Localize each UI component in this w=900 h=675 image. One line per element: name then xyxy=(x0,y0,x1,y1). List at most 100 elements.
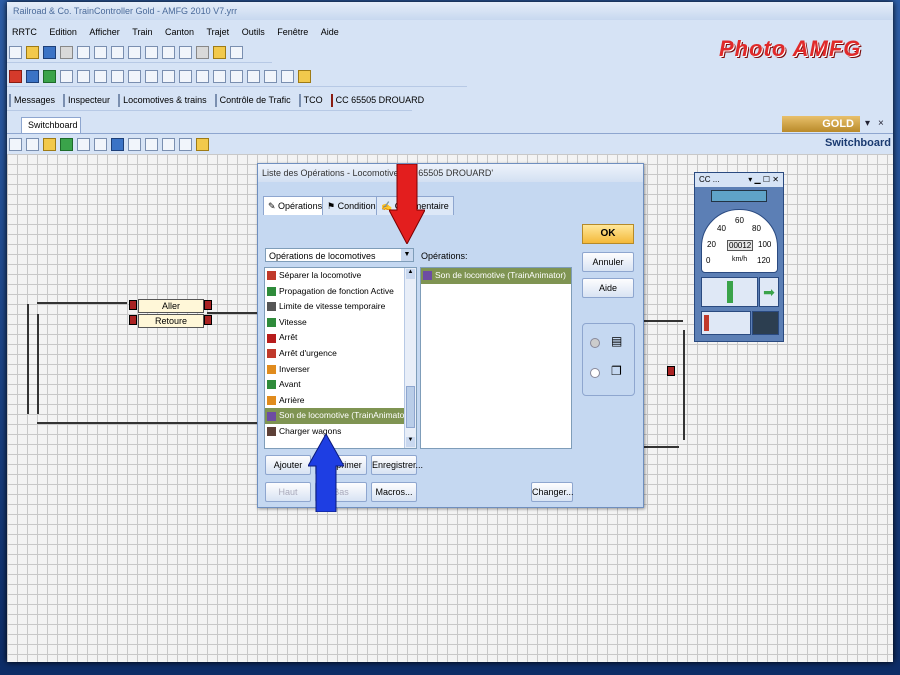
textbox-icon[interactable] xyxy=(162,137,175,151)
paste-icon[interactable] xyxy=(145,45,158,59)
menu-fenetre[interactable]: Fenêtre xyxy=(272,24,313,40)
emergency-icon[interactable] xyxy=(60,69,73,83)
controle-trafic-button[interactable]: Contrôle de Trafic xyxy=(220,95,291,105)
selected-operation-item[interactable]: Son de locomotive (TrainAnimator) xyxy=(421,268,571,284)
operations-type-combo[interactable]: Opérations de locomotives ▼ xyxy=(265,248,414,262)
function-keys-icon[interactable] xyxy=(752,311,779,335)
power-off-icon[interactable] xyxy=(9,69,22,83)
messages-icon[interactable] xyxy=(9,93,11,107)
tab-condition[interactable]: ⚑ Condition xyxy=(322,196,381,215)
menu-trajet[interactable]: Trajet xyxy=(202,24,235,40)
pen-icon[interactable] xyxy=(26,137,39,151)
macros-button[interactable]: Macros... xyxy=(371,482,417,502)
decoupler-icon[interactable] xyxy=(213,69,226,83)
crossing-icon[interactable] xyxy=(196,69,209,83)
right-signal[interactable] xyxy=(667,366,675,376)
tab-close-icon[interactable]: × xyxy=(878,118,884,129)
haut-button[interactable]: Haut xyxy=(265,482,311,502)
enregistrer-button[interactable]: Enregistrer... xyxy=(371,455,423,475)
menu-edition[interactable]: Edition xyxy=(44,24,82,40)
available-operations-list[interactable]: Séparer la locomotive Propagation de fonc… xyxy=(264,267,417,449)
train-icon[interactable] xyxy=(179,69,192,83)
aller-signal-left[interactable] xyxy=(129,300,137,310)
operation-item[interactable]: Arrêt d'urgence xyxy=(265,346,416,362)
menu-outils[interactable]: Outils xyxy=(237,24,270,40)
scroll-up-icon[interactable]: ▲ xyxy=(406,269,415,279)
selected-operations-list[interactable]: Son de locomotive (TrainAnimator) xyxy=(420,267,572,449)
operation-item[interactable]: Propagation de fonction Active xyxy=(265,284,416,300)
pointer-icon[interactable] xyxy=(9,137,22,151)
menu-afficher[interactable]: Afficher xyxy=(84,24,124,40)
operation-item[interactable]: Séparer la locomotive xyxy=(265,268,416,284)
scroll-thumb[interactable] xyxy=(406,386,415,428)
traffic-control-icon[interactable] xyxy=(214,93,217,107)
brake-slider[interactable] xyxy=(701,311,751,335)
stop-all-icon[interactable] xyxy=(26,69,39,83)
open-icon[interactable] xyxy=(26,45,39,59)
chevron-down-icon[interactable]: ▼ xyxy=(401,249,413,261)
annuler-button[interactable]: Annuler xyxy=(582,252,634,272)
globe-icon[interactable] xyxy=(230,45,243,59)
text-icon[interactable] xyxy=(230,69,243,83)
block-retoure[interactable]: Retoure xyxy=(138,314,204,328)
tab-menu-icon[interactable]: ▾ xyxy=(865,118,870,129)
smiley-icon[interactable] xyxy=(196,137,209,151)
menu-canton[interactable]: Canton xyxy=(160,24,199,40)
ok-button[interactable]: OK xyxy=(582,224,634,244)
turnout-icon[interactable] xyxy=(128,69,141,83)
edit-mode-icon[interactable] xyxy=(94,69,107,83)
locomotives-trains-button[interactable]: Locomotives & trains xyxy=(123,95,207,105)
track-top-left[interactable] xyxy=(37,302,127,304)
cc-loco-button[interactable]: CC 65505 DROUARD xyxy=(336,95,425,105)
line-style-icon[interactable] xyxy=(94,137,107,151)
undo-icon[interactable] xyxy=(77,45,90,59)
operation-item[interactable]: Son de locomotive (TrainAnimator) xyxy=(265,408,416,424)
retoure-signal-right[interactable] xyxy=(204,315,212,325)
tools-icon[interactable] xyxy=(213,45,226,59)
locomotive-icon[interactable] xyxy=(118,93,121,107)
operation-item[interactable]: Inverser xyxy=(265,362,416,378)
operation-item[interactable]: Vitesse xyxy=(265,315,416,331)
track-left-inner[interactable] xyxy=(37,314,39,414)
go-icon[interactable] xyxy=(43,69,56,83)
menu-train[interactable]: Train xyxy=(127,24,157,40)
properties-icon[interactable] xyxy=(196,45,209,59)
radio-tree-view[interactable] xyxy=(590,368,600,378)
track-top-right[interactable] xyxy=(207,312,257,314)
menu-rrtc[interactable]: RRTC xyxy=(7,24,42,40)
indicator-icon[interactable] xyxy=(264,69,277,83)
tab-operations[interactable]: ✎ Opérations xyxy=(263,196,328,215)
loco-image[interactable] xyxy=(711,190,767,202)
cc-loco-icon[interactable] xyxy=(330,93,333,107)
contact-icon[interactable] xyxy=(247,69,260,83)
print-icon[interactable] xyxy=(60,45,73,59)
copy-icon[interactable] xyxy=(128,45,141,59)
sound-toolbar-icon[interactable] xyxy=(298,69,311,83)
rectangle-icon[interactable] xyxy=(128,137,141,151)
save-icon[interactable] xyxy=(43,45,56,59)
throttle-window-controls[interactable]: ▾ ▁ ☐ ✕ xyxy=(748,173,779,187)
line-icon[interactable] xyxy=(77,137,90,151)
route-icon[interactable] xyxy=(162,69,175,83)
signal-icon[interactable] xyxy=(111,69,124,83)
messages-button[interactable]: Messages xyxy=(14,95,55,105)
redo-icon[interactable] xyxy=(94,45,107,59)
block-aller[interactable]: Aller xyxy=(138,299,204,313)
lock-icon[interactable] xyxy=(77,69,90,83)
find-icon[interactable] xyxy=(179,45,192,59)
tab-switchboard[interactable]: Switchboard xyxy=(21,117,81,133)
speed-slider[interactable] xyxy=(701,277,758,307)
tco-icon[interactable] xyxy=(298,93,301,107)
track-bottom[interactable] xyxy=(37,422,257,424)
menu-aide[interactable]: Aide xyxy=(316,24,344,40)
arrange-icon[interactable] xyxy=(111,137,124,151)
clock-icon[interactable] xyxy=(281,69,294,83)
retoure-signal-left[interactable] xyxy=(129,315,137,325)
speed-slider-thumb[interactable] xyxy=(727,281,733,303)
ajouter-button[interactable]: Ajouter xyxy=(265,455,311,475)
operation-item[interactable]: Limite de vitesse temporaire xyxy=(265,299,416,315)
ellipse-icon[interactable] xyxy=(145,137,158,151)
operation-item[interactable]: Arrêt xyxy=(265,330,416,346)
scroll-down-icon[interactable]: ▼ xyxy=(406,437,415,447)
inspecteur-button[interactable]: Inspecteur xyxy=(68,95,110,105)
